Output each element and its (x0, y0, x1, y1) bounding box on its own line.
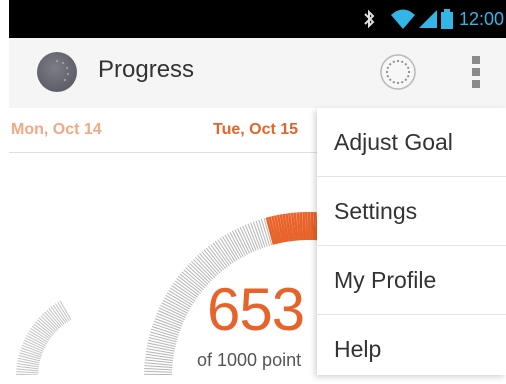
gauge-tick-progress (304, 212, 305, 240)
gauge-tick-previous (41, 316, 57, 331)
gauge-tick (156, 316, 182, 326)
date-strip: Mon, Oct 14 Tue, Oct 15 (9, 108, 339, 153)
status-clock: 12:00 (459, 9, 506, 30)
gauge-tick-previous (16, 369, 38, 371)
points-value: 653 (207, 275, 304, 344)
gauge-tick (144, 369, 172, 370)
overflow-menu-icon[interactable] (464, 52, 488, 92)
gauge-tick-previous (25, 338, 45, 348)
gauge-tick-progress (301, 212, 302, 240)
gauge-tick (245, 225, 256, 251)
date-current[interactable]: Tue, Oct 15 (213, 121, 298, 139)
status-bar: 12:00 (9, 0, 506, 38)
menu-item-adjust-goal[interactable]: Adjust Goal (317, 108, 506, 177)
gauge-tick-previous (18, 358, 40, 363)
battery-icon (441, 9, 453, 29)
status-icons: 12:00 (362, 0, 506, 38)
gauge-tick (223, 237, 238, 261)
gauge-tick (248, 224, 258, 250)
gauge-tick-progress (314, 212, 315, 240)
gauge-tick (145, 363, 173, 365)
overflow-dot (472, 68, 480, 76)
bluetooth-icon (362, 9, 376, 29)
gauge-tick-previous (16, 372, 38, 373)
points-caption: of 1000 point (197, 350, 301, 371)
action-bar: Progress (9, 38, 506, 108)
signal-icon (419, 10, 437, 28)
gauge-tick (220, 238, 235, 262)
page-title: Progress (98, 56, 194, 84)
gauge-tick (157, 313, 183, 324)
menu-item-settings[interactable]: Settings (317, 177, 506, 246)
app-logo-icon[interactable] (37, 52, 77, 92)
overflow-menu: Adjust Goal Settings My Profile Help (317, 108, 506, 375)
gauge-tick (169, 290, 193, 305)
gauge-tick (155, 319, 181, 329)
gauge-tick (225, 235, 239, 259)
overflow-dot (472, 80, 480, 88)
gauge-tick (147, 349, 175, 354)
date-previous[interactable]: Mon, Oct 14 (11, 121, 102, 139)
gauge-tick-progress (306, 212, 307, 240)
overflow-dot (472, 56, 480, 64)
menu-item-help[interactable]: Help (317, 315, 506, 384)
gauge-tick (170, 288, 194, 303)
gauge-tick (144, 366, 172, 368)
gauge-tick-progress (312, 212, 313, 240)
gauge-tick-previous (43, 314, 58, 330)
gauge-tick (147, 346, 175, 351)
sync-device-icon[interactable] (379, 53, 417, 91)
wifi-icon (390, 8, 416, 30)
menu-item-my-profile[interactable]: My Profile (317, 246, 506, 315)
gauge-tick (144, 371, 172, 372)
